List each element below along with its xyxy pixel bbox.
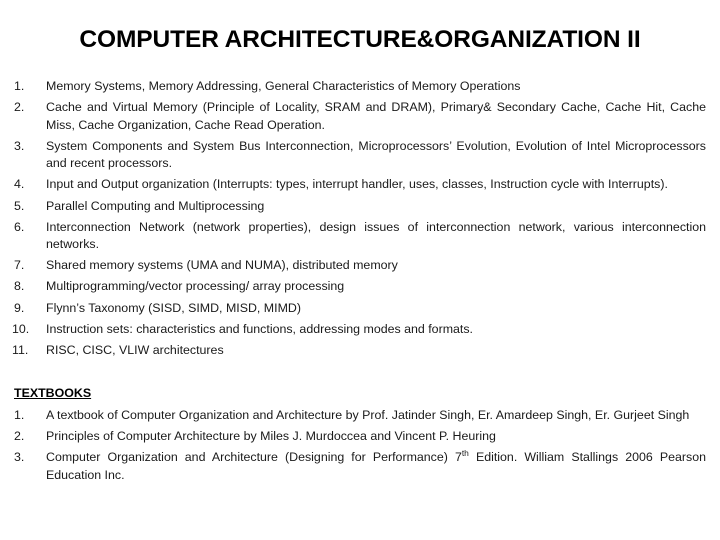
list-item-number: 6. [14, 219, 25, 234]
presentation-slide: COMPUTER ARCHITECTURE&ORGANIZATION II 1.… [0, 0, 720, 540]
list-item-number: 2. [14, 100, 25, 115]
list-item: 5. Parallel Computing and Multiprocessin… [14, 198, 706, 216]
list-item: 4. Input and Output organization (Interr… [14, 176, 706, 194]
list-item: 10. Instruction sets: characteristics an… [12, 321, 706, 339]
list-item: 9. Flynn’s Taxonomy (SISD, SIMD, MISD, M… [14, 300, 706, 318]
list-item: 1. Memory Systems, Memory Addressing, Ge… [14, 78, 706, 96]
list-item-text: RISC, CISC, VLIW architectures [46, 342, 224, 357]
list-item-text: Computer Organization and Architecture (… [46, 449, 706, 484]
list-item-text: Instruction sets: characteristics and fu… [46, 321, 473, 336]
list-item-text: System Components and System Bus Interco… [46, 138, 706, 171]
list-item-text: Parallel Computing and Multiprocessing [46, 198, 265, 213]
textbooks-list: 1. A textbook of Computer Organization a… [14, 407, 706, 484]
list-item-text: Interconnection Network (network propert… [46, 219, 706, 252]
list-item: 6. Interconnection Network (network prop… [14, 219, 706, 254]
list-item-text: Multiprogramming/vector processing/ arra… [46, 279, 345, 294]
list-item-text: A textbook of Computer Organization and … [46, 407, 690, 422]
list-item: 3. System Components and System Bus Inte… [14, 138, 706, 173]
page-title: COMPUTER ARCHITECTURE&ORGANIZATION II [79, 26, 641, 53]
list-item-number: 11. [12, 342, 29, 357]
list-item: 11. RISC, CISC, VLIW architectures [12, 342, 706, 360]
list-item-number: 10. [12, 321, 30, 336]
list-item: 1. A textbook of Computer Organization a… [14, 407, 706, 425]
list-item-number: 1. [14, 407, 25, 422]
list-item-number: 5. [14, 198, 25, 213]
list-item: 7. Shared memory systems (UMA and NUMA),… [14, 257, 706, 275]
edition-superscript: th [461, 447, 469, 458]
list-item-number: 1. [14, 79, 25, 93]
list-item-text: Memory Systems, Memory Addressing, Gener… [46, 79, 521, 93]
slide-body: 1. Memory Systems, Memory Addressing, Ge… [12, 78, 706, 484]
list-item-number: 2. [14, 429, 25, 443]
list-item-number: 7. [14, 258, 25, 273]
syllabus-list: 1. Memory Systems, Memory Addressing, Ge… [12, 78, 706, 360]
list-item-text: Principles of Computer Architecture by M… [46, 429, 496, 443]
list-item-number: 4. [14, 177, 25, 192]
list-item-text: Flynn’s Taxonomy (SISD, SIMD, MISD, MIMD… [46, 300, 301, 315]
text-before-superscript: Computer Organization and Architecture (… [46, 450, 462, 465]
list-item: 2. Cache and Virtual Memory (Principle o… [14, 99, 706, 134]
list-item-number: 9. [14, 300, 25, 315]
list-item-text: Cache and Virtual Memory (Principle of L… [46, 100, 706, 132]
list-item-text: Input and Output organization (Interrupt… [46, 177, 668, 192]
list-item: 8. Multiprogramming/vector processing/ a… [14, 278, 706, 296]
list-item: 2. Principles of Computer Architecture b… [14, 428, 706, 446]
list-item-number: 3. [14, 138, 25, 153]
textbooks-heading: TEXTBOOKS [14, 386, 92, 401]
list-item-number: 8. [14, 279, 25, 294]
list-item: 3. Computer Organization and Architectur… [14, 449, 706, 484]
list-item-text: Shared memory systems (UMA and NUMA), di… [46, 258, 398, 273]
list-item-number: 3. [14, 450, 25, 465]
